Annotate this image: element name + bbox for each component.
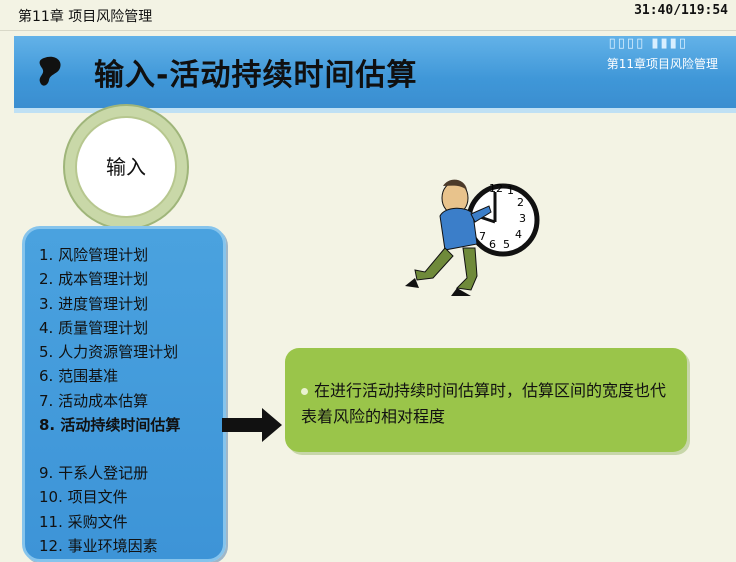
top-bar: 第11章 项目风险管理 31:40/119:54 bbox=[0, 0, 736, 31]
playback-timer: 31:40/119:54 bbox=[634, 3, 728, 18]
list-item: 5. 人力资源管理计划 bbox=[39, 343, 179, 362]
input-circle-label: 输入 bbox=[75, 116, 177, 218]
list-item-highlighted: 8. 活动持续时间估算 bbox=[39, 416, 181, 435]
list-item: 1. 风险管理计划 bbox=[39, 246, 149, 264]
page-title: 输入-活动持续时间估算 bbox=[94, 58, 418, 93]
note-text-wrap: 在进行活动持续时间估算时，估算区间的宽度也代表着风险的相对程度 bbox=[301, 378, 671, 430]
note-box: 在进行活动持续时间估算时，估算区间的宽度也代表着风险的相对程度 bbox=[285, 348, 687, 452]
input-circle: 输入 bbox=[63, 104, 189, 230]
note-text: 在进行活动持续时间估算时，估算区间的宽度也代表着风险的相对程度 bbox=[301, 381, 667, 426]
clock-man-illustration: 12 1 2 3 4 5 6 7 bbox=[405, 179, 540, 296]
inputs-list-box: 1. 风险管理计划 2. 成本管理计划 3. 进度管理计划 4. 质量管理计划 … bbox=[22, 226, 226, 562]
clock-number: 5 bbox=[503, 238, 510, 251]
clock-number: 1 bbox=[507, 184, 514, 197]
bullet-dot-icon bbox=[301, 388, 308, 395]
list-item: 2. 成本管理计划 bbox=[39, 270, 149, 289]
title-banner: 输入-活动持续时间估算 ▯▯▯▯ ▮▮▮▯ 第11章项目风险管理 bbox=[14, 36, 736, 113]
list-item: 12. 事业环境因素 bbox=[39, 536, 158, 555]
chapter-label: 第11章 项目风险管理 bbox=[18, 9, 153, 25]
list-item: 4. 质量管理计划 bbox=[39, 318, 149, 337]
list-item: 3. 进度管理计划 bbox=[39, 294, 149, 313]
clock-number: 7 bbox=[479, 230, 486, 243]
clock-number: 2 bbox=[517, 196, 524, 209]
banner-subtitle: 第11章项目风险管理 bbox=[606, 57, 718, 71]
clock-number: 4 bbox=[515, 228, 522, 241]
logo-decoration: ▯▯▯▯ ▮▮▮▯ bbox=[608, 36, 688, 51]
inputs-list: 1. 风险管理计划 2. 成本管理计划 3. 进度管理计划 4. 质量管理计划 … bbox=[25, 229, 223, 558]
clock-number: 6 bbox=[489, 238, 496, 251]
bullet-blob-icon bbox=[39, 56, 61, 86]
clock-number: 3 bbox=[519, 212, 526, 225]
list-item: 7. 活动成本估算 bbox=[39, 391, 149, 410]
list-item: 11. 采购文件 bbox=[39, 512, 128, 531]
right-arrow-icon bbox=[222, 408, 282, 442]
list-item: 6. 范围基准 bbox=[39, 367, 119, 386]
list-item: 10. 项目文件 bbox=[39, 488, 128, 507]
list-item: 9. 干系人登记册 bbox=[39, 464, 149, 483]
